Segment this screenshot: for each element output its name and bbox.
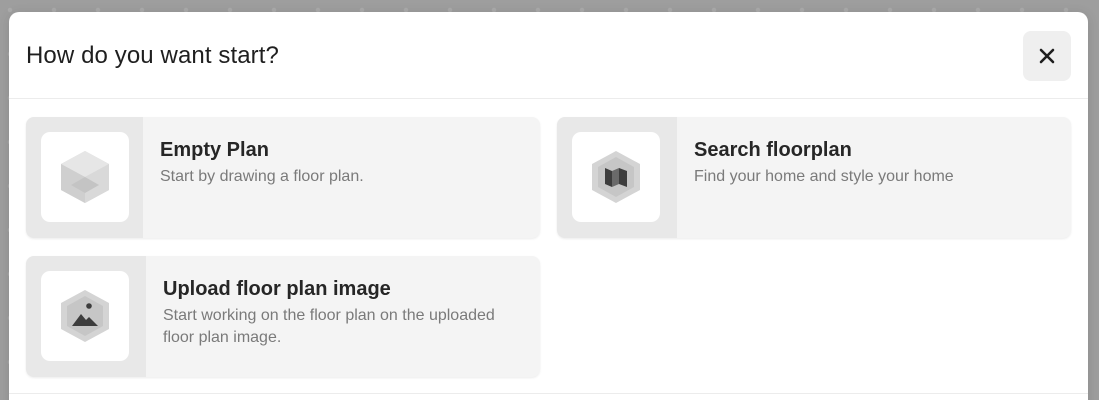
card-icon-box [572,132,660,222]
option-description: Start working on the floor plan on the u… [163,307,495,346]
option-title: Search floorplan [694,139,852,161]
card-icon-box [41,132,129,222]
start-dialog: How do you want start? Empty Plan Start … [9,12,1088,400]
cube-icon [61,151,109,203]
dialog-header: How do you want start? [9,12,1088,99]
option-title: Upload floor plan image [163,278,391,300]
option-description: Start by drawing a floor plan. [160,168,364,185]
footer-divider [9,393,1088,394]
option-empty-plan[interactable]: Empty Plan Start by drawing a floor plan… [26,117,540,238]
image-icon [61,290,109,342]
dialog-title: How do you want start? [26,42,279,69]
option-search-floorplan[interactable]: Search floorplan Find your home and styl… [557,117,1071,238]
option-description: Find your home and style your home [694,168,954,185]
close-icon [1039,48,1055,64]
close-button[interactable] [1023,31,1071,81]
option-title: Empty Plan [160,139,269,161]
map-icon [592,151,640,203]
option-upload-image[interactable]: Upload floor plan image Start working on… [26,256,540,377]
card-icon-box [41,271,129,361]
